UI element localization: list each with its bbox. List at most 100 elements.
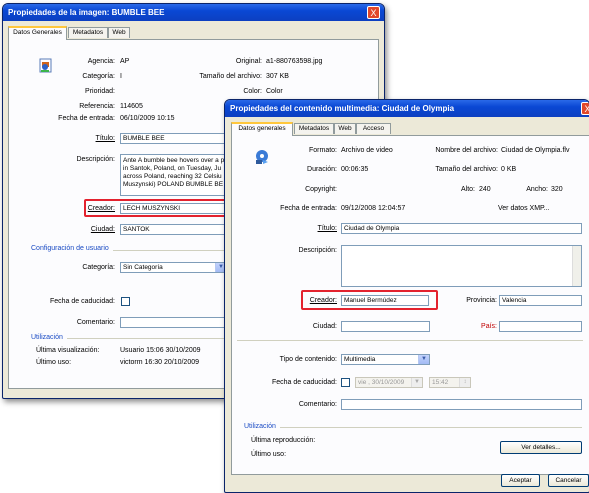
tab-metadatos[interactable]: Metadatos [68,27,108,38]
user-category-select[interactable]: Sin Categoría ▼ [120,262,227,273]
chevron-down-icon: ▼ [411,378,422,387]
expiry-label: Fecha de caducidad: [272,379,337,386]
height-label: Alto: [460,186,475,193]
entry-date-value: 09/12/2008 12:04:57 [341,205,406,212]
comment-input[interactable] [341,399,582,410]
expiry-date-value: vie , 30/10/2009 [358,379,405,386]
user-config-group: Configuración de usuario [31,245,109,252]
agency-value: AP [120,58,130,65]
chevron-down-icon[interactable]: ▼ [418,355,429,364]
filesize-label: Tamaño del archivo: [435,166,498,173]
agency-label: Agencia: [87,58,115,65]
creator-label: Creador: [309,297,337,304]
tab-acceso[interactable]: Acceso [356,123,391,134]
close-icon[interactable]: X [367,6,380,19]
format-value: Archivo de video [341,147,393,154]
description-line: across Poland, reaching 32 Celsiu [123,173,222,180]
original-label: Original: [235,58,262,65]
expiry-checkbox[interactable] [121,297,130,306]
window-title: Propiedades de la imagen: BUMBLE BEE [3,4,384,21]
group-divider [113,250,238,251]
content-type-value: Multimedia [344,356,376,363]
last-use-value: victorm 16:30 20/10/2009 [120,359,199,366]
original-value: a1-880763598.jpg [266,58,323,65]
expiry-label: Fecha de caducidad: [50,298,115,305]
last-view-value: Usuario 15:06 30/10/2009 [120,347,201,354]
content-type-select[interactable]: Multimedia ▼ [341,354,430,365]
city-label: Ciudad: [90,226,115,233]
title-label: Título: [317,225,337,232]
country-label: País: [481,323,497,330]
city-label: Ciudad: [312,323,337,330]
description-line: Ante A bumble bee hovers over a p [123,157,225,164]
utilization-group: Utilización [244,423,276,430]
view-details-button[interactable]: Ver detalles... [500,441,582,454]
image-file-icon [39,58,53,74]
copyright-label: Copyright: [305,186,337,193]
content-type-label: Tipo de contenido: [279,356,337,363]
filesize-value: 0 KB [501,166,517,173]
comment-label: Comentario: [298,401,337,408]
description-line: Muszynski) POLAND BUMBLE BE [123,181,224,188]
duration-value: 00:06:35 [341,166,369,173]
filesize-value: 307 KB [266,73,289,80]
description-line: in Santok, Poland, on Tuesday, Ju [123,165,222,172]
color-value: Color [266,88,283,95]
tab-web[interactable]: Web [108,27,130,38]
creator-label: Creador: [87,205,115,212]
description-textarea[interactable]: Ante A bumble bee hovers over a p in San… [120,154,236,196]
width-label: Ancho: [526,186,548,193]
user-category-value: Sin Categoría [123,264,163,271]
entry-date-label: Fecha de entrada: [58,115,115,122]
close-icon[interactable]: X [581,102,589,115]
title-input[interactable]: BUMBLE BEE [120,133,236,144]
last-use-label: Último uso: [36,359,72,366]
spinner-icon: ↕ [459,378,470,387]
reference-label: Referencia: [79,103,115,110]
color-label: Color: [243,88,262,95]
comment-input[interactable] [120,317,238,328]
tab-metadatos[interactable]: Metadatos [294,123,334,134]
description-textarea[interactable] [341,245,582,287]
description-label: Descripción: [76,156,115,163]
window-title: Propiedades del contenido multimedia: Ci… [225,100,589,117]
tab-datos-generales[interactable]: Datos Generales [8,26,67,40]
cancel-button[interactable]: Cancelar [548,474,589,487]
last-view-label: Última visualización: [36,347,100,354]
entry-date-label: Fecha de entrada: [280,205,337,212]
title-label: Título: [95,135,115,142]
expiry-checkbox[interactable] [341,378,350,387]
tab-datos-generales[interactable]: Datos generales [231,122,293,136]
city-input[interactable]: SANTOK [120,224,236,235]
user-category-label: Categoría: [82,264,115,271]
title-input[interactable]: Ciudad de Olympia [341,223,582,234]
creator-input[interactable]: LECH MUSZYNSKI [120,203,225,214]
entry-date-value: 06/10/2009 10:15 [120,115,175,122]
comment-label: Comentario: [76,319,115,326]
description-label: Descripción: [298,247,337,254]
province-label: Provincia: [466,297,497,304]
media-properties-window: Propiedades del contenido multimedia: Ci… [224,99,589,493]
accept-button[interactable]: Aceptar [501,474,540,487]
priority-label: Prioridad: [85,88,115,95]
tab-web[interactable]: Web [334,123,356,134]
country-input[interactable] [499,321,582,332]
utilization-group: Utilización [31,334,63,341]
media-file-icon [254,149,270,165]
expiry-time-value: 15:42 [432,379,449,386]
expiry-date-input: vie , 30/10/2009 ▼ [355,377,423,388]
category-value: I [120,73,122,80]
filesize-label: Tamaño del archivo: [199,73,262,80]
format-label: Formato: [308,147,337,154]
reference-value: 114605 [120,103,143,110]
province-input[interactable]: Valencia [499,295,582,306]
last-play-label: Última reproducción: [251,437,316,444]
description-scrollbar[interactable] [572,246,581,286]
creator-input[interactable]: Manuel Bermúdez [341,295,429,306]
expiry-time-input: 15:42 ↕ [429,377,471,388]
category-label: Categoría: [82,73,115,80]
height-value: 240 [479,186,491,193]
city-input[interactable] [341,321,430,332]
filename-label: Nombre del archivo: [435,147,498,154]
xmp-link[interactable]: Ver datos XMP... [498,205,550,212]
